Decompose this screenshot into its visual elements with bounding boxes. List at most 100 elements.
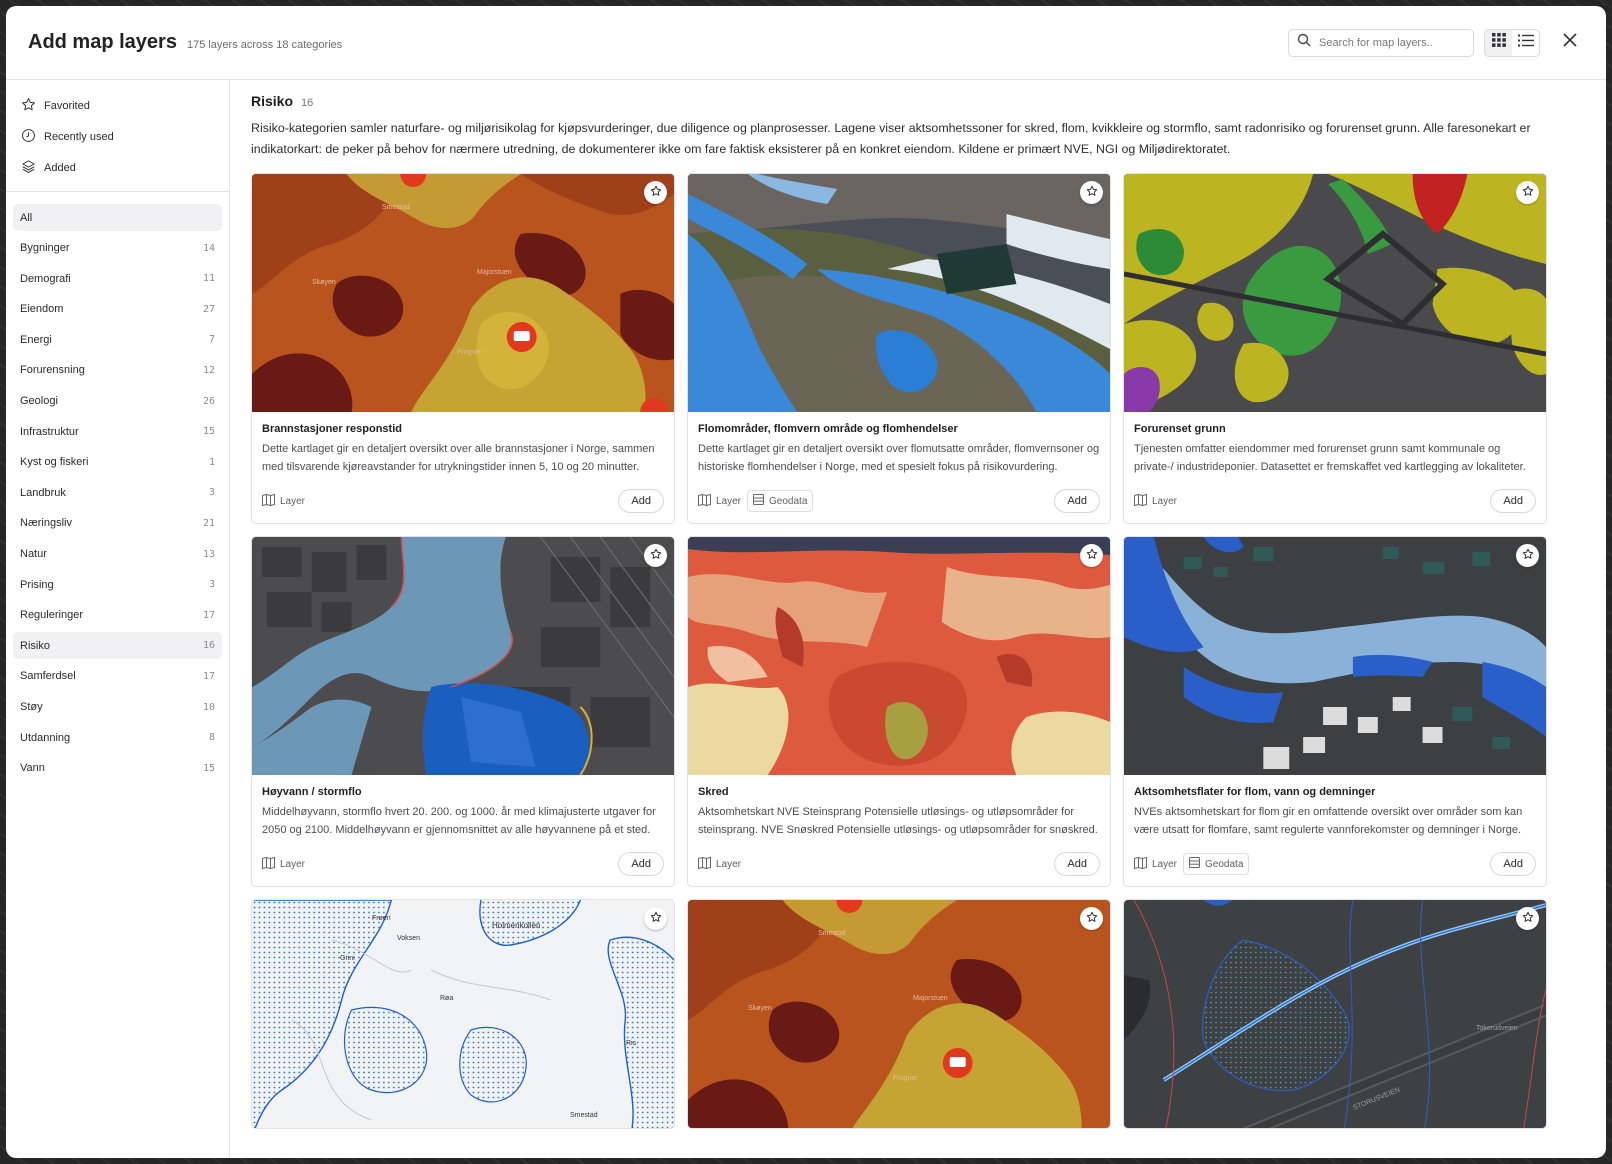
favorite-button[interactable] [1080, 181, 1103, 204]
layer-description: Aktsomhetskart NVE Steinsprang Potensiel… [698, 806, 1098, 836]
layer-thumbnail: Skøyen Majorstuen Frogner Smestad [252, 174, 674, 412]
layer-tag-label: Layer [280, 495, 306, 507]
add-layer-button[interactable]: Add [1490, 489, 1536, 513]
geodata-tag: Geodata [1183, 853, 1250, 875]
map-label: Ris [626, 1040, 637, 1047]
layer-thumbnail [1124, 174, 1546, 412]
search-input[interactable] [1319, 36, 1459, 49]
category-count: 21 [202, 517, 215, 529]
sidebar-item-recently-used[interactable]: Recently used [19, 121, 216, 152]
sidebar-item-favorited[interactable]: Favorited [19, 90, 216, 121]
layer-grid: Skøyen Majorstuen Frogner Smestad Branns… [251, 173, 1585, 1129]
flood-dams-map [1124, 537, 1546, 775]
star-icon [650, 184, 662, 202]
layer-card[interactable]: Skøyen Majorstuen Frogner Smestad [687, 899, 1111, 1129]
map-label: Frogner [893, 1075, 918, 1082]
category-count: 16 [202, 640, 215, 652]
sidebar-item-added[interactable]: Added [19, 152, 216, 183]
sidebar-item-kyst-og-fiskeri[interactable]: Kyst og fiskeri 1 [13, 449, 222, 476]
category-label: Næringsliv [20, 517, 72, 530]
quick-filters: Favorited Recently used Added [6, 80, 229, 192]
favorite-button[interactable] [1516, 544, 1539, 567]
sidebar-item-landbruk[interactable]: Landbruk 3 [13, 479, 222, 506]
layer-info: Forurenset grunn Tjenesten omfatter eien… [1124, 412, 1546, 476]
category-label: Vann [20, 762, 45, 775]
category-count: 17 [202, 609, 215, 621]
layer-description: Tjenesten omfatter eiendommer med forure… [1134, 443, 1526, 473]
layer-card[interactable]: Skred Aktsomhetskart NVE Steinsprang Pot… [687, 536, 1111, 887]
sidebar-item-reguleringer[interactable]: Reguleringer 17 [13, 602, 222, 629]
sidebar-item-forurensning[interactable]: Forurensning 12 [13, 357, 222, 384]
layer-card[interactable]: Aktsomhetsflater for flom, vann og demni… [1123, 536, 1547, 887]
category-count: 11 [202, 273, 215, 285]
storm-surge-map [252, 537, 674, 775]
star-icon [650, 910, 662, 928]
favorite-button[interactable] [1516, 907, 1539, 930]
main-content: Risiko 16 Risiko-kategorien samler natur… [230, 80, 1606, 1158]
category-label: Støy [20, 701, 43, 713]
sidebar-item-all[interactable]: All [13, 204, 222, 231]
sidebar-item-prising[interactable]: Prising 3 [13, 571, 222, 598]
sidebar-item-bygninger[interactable]: Bygninger 14 [13, 235, 222, 262]
sidebar-item-utdanning[interactable]: Utdanning 8 [13, 724, 222, 751]
sidebar-item-natur[interactable]: Natur 13 [13, 541, 222, 568]
layer-thumbnail: Holmenkollen Voksen Frøen Røa Ris Smesta… [252, 900, 674, 1128]
add-layer-button[interactable]: Add [1054, 852, 1100, 876]
map-icon [262, 493, 275, 509]
sidebar-item-risiko[interactable]: Risiko 16 [13, 632, 222, 660]
layer-footer: Layer Add [262, 852, 664, 876]
add-layer-button[interactable]: Add [1054, 489, 1100, 513]
layer-card[interactable]: Høyvann / stormflo Middelhøyvann, stormf… [251, 536, 675, 887]
geodata-tag-label: Geodata [1205, 858, 1244, 870]
map-label: Skøyen [748, 1005, 772, 1012]
sidebar-item-stoy[interactable]: Støy 10 [13, 694, 222, 721]
favorite-button[interactable] [1080, 544, 1103, 567]
sidebar-item-eiendom[interactable]: Eiendom 27 [13, 296, 222, 323]
sidebar-item-infrastruktur[interactable]: Infrastruktur 15 [13, 418, 222, 445]
landslide-map [688, 537, 1110, 775]
database-icon [1189, 857, 1201, 871]
favorite-button[interactable] [644, 181, 667, 204]
add-layer-button[interactable]: Add [1490, 852, 1536, 876]
sidebar-item-demografi[interactable]: Demografi 11 [13, 265, 222, 292]
star-icon [1522, 547, 1534, 565]
map-label: Smestad [570, 1112, 598, 1119]
close-button[interactable] [1556, 29, 1584, 57]
layer-tag-label: Layer [716, 495, 742, 507]
add-layer-button[interactable]: Add [618, 852, 664, 876]
layer-tag-label: Layer [1152, 858, 1178, 870]
map-label: STORUSVEIEN [1352, 1087, 1401, 1112]
search-box[interactable] [1288, 28, 1474, 57]
favorite-button[interactable] [644, 544, 667, 567]
grid-view-button[interactable] [1485, 29, 1512, 56]
list-view-button[interactable] [1512, 30, 1539, 56]
layer-title: Aktsomhetsflater for flom, vann og demni… [1134, 786, 1376, 798]
sidebar-item-energi[interactable]: Energi 7 [13, 326, 222, 353]
sidebar-item-naeringsliv[interactable]: Næringsliv 21 [13, 510, 222, 537]
close-icon [1563, 33, 1577, 52]
favorite-button[interactable] [1516, 181, 1539, 204]
category-count: 10 [202, 701, 215, 713]
layer-card[interactable]: Skøyen Majorstuen Frogner Smestad Branns… [251, 173, 675, 524]
category-label: Risiko [20, 639, 50, 652]
category-label: Geologi [20, 395, 58, 408]
sidebar-item-geologi[interactable]: Geologi 26 [13, 388, 222, 415]
sidebar-item-samferdsel[interactable]: Samferdsel 17 [13, 663, 222, 690]
map-label: Tokerudveien [1476, 1025, 1518, 1032]
add-layer-button[interactable]: Add [618, 489, 664, 513]
sidebar-item-label: Recently used [44, 130, 114, 143]
database-icon [753, 494, 765, 508]
favorite-button[interactable] [1080, 907, 1103, 930]
sidebar-item-vann[interactable]: Vann 15 [13, 755, 222, 782]
layer-card[interactable]: Forurenset grunn Tjenesten omfatter eien… [1123, 173, 1547, 524]
layer-card[interactable]: Flomområder, flomvern område og flomhend… [687, 173, 1111, 524]
favorite-button[interactable] [644, 907, 667, 930]
category-label: Kyst og fiskeri [20, 456, 89, 469]
category-count: 17 [202, 670, 215, 682]
layer-tag: Layer [262, 493, 306, 509]
layer-card[interactable]: Holmenkollen Voksen Frøen Røa Ris Smesta… [251, 899, 675, 1129]
layer-card[interactable]: Tokerudveien STORUSVEIEN [1123, 899, 1547, 1129]
geodata-tag-label: Geodata [769, 495, 808, 507]
map-label: Smestad [818, 930, 846, 937]
map-label: Voksen [397, 935, 420, 942]
